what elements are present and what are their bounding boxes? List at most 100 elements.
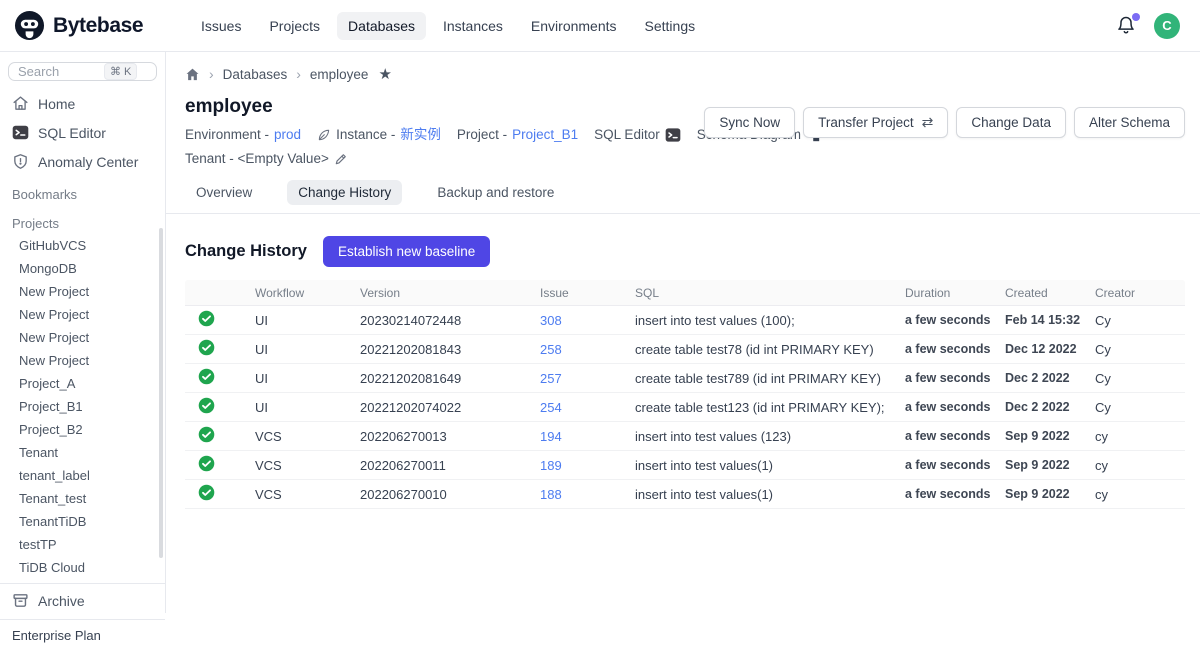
brand[interactable]: Bytebase <box>14 10 180 41</box>
sidebar-project-item[interactable]: TenantTiDB <box>0 510 165 533</box>
tab-backup-and-restore[interactable]: Backup and restore <box>426 180 565 205</box>
section-header: Change History Establish new baseline <box>185 236 1185 267</box>
header-actions: Sync Now Transfer Project⇄ Change Data Alte… <box>704 107 1185 138</box>
table-row[interactable]: UI20221202081843258create table test78 (… <box>185 335 1185 364</box>
sidebar-project-item[interactable]: New Project <box>0 280 165 303</box>
issue-cell: 257 <box>540 371 635 386</box>
sidebar-item-archive[interactable]: Archive <box>0 586 165 615</box>
change-history-table: WorkflowVersionIssueSQLDurationCreatedCr… <box>185 280 1185 509</box>
duration-cell: a few seconds <box>905 487 1005 501</box>
edit-pencil-icon[interactable] <box>334 152 348 166</box>
tab-change-history[interactable]: Change History <box>287 180 402 205</box>
home-icon[interactable] <box>185 67 200 82</box>
column-header-issue: Issue <box>540 286 635 300</box>
sidebar-project-item[interactable]: tenant_label <box>0 464 165 487</box>
avatar[interactable]: C <box>1154 13 1180 39</box>
sidebar-project-item[interactable]: testTP <box>0 533 165 556</box>
tab-overview[interactable]: Overview <box>185 180 263 205</box>
sidebar-project-item[interactable]: Tenant <box>0 441 165 464</box>
sidebar-divider <box>0 583 165 584</box>
workflow-cell: UI <box>255 313 360 328</box>
success-check-icon <box>198 397 215 414</box>
transfer-project-button[interactable]: Transfer Project⇄ <box>803 107 948 138</box>
alter-schema-button[interactable]: Alter Schema <box>1074 107 1185 138</box>
button-label: Transfer Project <box>818 115 914 130</box>
button-label: Sync Now <box>719 115 780 130</box>
nav-item-settings[interactable]: Settings <box>634 12 707 40</box>
created-cell: Sep 9 2022 <box>1005 429 1095 443</box>
issue-cell: 308 <box>540 313 635 328</box>
issue-link[interactable]: 194 <box>540 429 562 444</box>
sidebar-item-label: SQL Editor <box>38 125 106 141</box>
issue-link[interactable]: 308 <box>540 313 562 328</box>
duration-cell: a few seconds <box>905 400 1005 414</box>
sidebar-project-item[interactable]: GitHubVCS <box>0 234 165 257</box>
search-input[interactable] <box>18 64 100 79</box>
sidebar-project-item[interactable]: New Project <box>0 303 165 326</box>
sql-editor-link[interactable]: SQL Editor <box>594 124 681 146</box>
shield-icon <box>12 153 29 170</box>
button-label: Alter Schema <box>1089 115 1170 130</box>
breadcrumb-databases[interactable]: Databases <box>223 67 288 82</box>
environment-label: Environment - <box>185 124 269 146</box>
sidebar-project-item[interactable]: Project_B1 <box>0 395 165 418</box>
table-row[interactable]: VCS202206270011189insert into test value… <box>185 451 1185 480</box>
sidebar-scrollbar[interactable] <box>159 228 163 558</box>
table-row[interactable]: VCS202206270013194insert into test value… <box>185 422 1185 451</box>
workflow-cell: UI <box>255 371 360 386</box>
workflow-cell: VCS <box>255 429 360 444</box>
sidebar-item-anomaly-center[interactable]: Anomaly Center <box>0 147 165 176</box>
establish-baseline-button[interactable]: Establish new baseline <box>323 236 490 267</box>
nav-item-projects[interactable]: Projects <box>258 12 331 40</box>
created-cell: Feb 14 15:32 <box>1005 313 1095 327</box>
version-cell: 202206270010 <box>360 487 540 502</box>
terminal-icon <box>665 127 681 143</box>
plan-label[interactable]: Enterprise Plan <box>0 619 165 653</box>
table-row[interactable]: UI20221202081649257create table test789 … <box>185 364 1185 393</box>
nav-item-environments[interactable]: Environments <box>520 12 628 40</box>
nav-item-issues[interactable]: Issues <box>190 12 252 40</box>
created-cell: Dec 2 2022 <box>1005 400 1095 414</box>
status-cell <box>185 397 255 417</box>
column-header-sql: SQL <box>635 286 905 300</box>
sidebar-project-item[interactable]: Project_B2 <box>0 418 165 441</box>
duration-cell: a few seconds <box>905 342 1005 356</box>
sql-cell: create table test789 (id int PRIMARY KEY… <box>635 371 905 386</box>
sidebar-project-item[interactable]: New Project <box>0 326 165 349</box>
project-link[interactable]: Project_B1 <box>512 124 578 146</box>
sidebar-item-home[interactable]: Home <box>0 89 165 118</box>
issue-link[interactable]: 189 <box>540 458 562 473</box>
main-content: › Databases › employee ★ employee Enviro… <box>166 52 1200 613</box>
table-row[interactable]: UI20230214072448308insert into test valu… <box>185 306 1185 335</box>
instance-link[interactable]: 新实例 <box>400 124 441 146</box>
sidebar-project-item[interactable]: New Project <box>0 349 165 372</box>
nav-item-instances[interactable]: Instances <box>432 12 514 40</box>
nav-item-databases[interactable]: Databases <box>337 12 426 40</box>
notification-bell-icon[interactable] <box>1116 15 1136 37</box>
creator-cell: Cy <box>1095 342 1185 357</box>
workflow-cell: UI <box>255 400 360 415</box>
sidebar-nav: Home SQL Editor Anomaly Center <box>0 89 165 176</box>
search-box[interactable]: ⌘ K <box>8 62 157 81</box>
table-row[interactable]: UI20221202074022254create table test123 … <box>185 393 1185 422</box>
created-cell: Dec 12 2022 <box>1005 342 1095 356</box>
change-data-button[interactable]: Change Data <box>956 107 1066 138</box>
issue-link[interactable]: 257 <box>540 371 562 386</box>
environment-link[interactable]: prod <box>274 124 301 146</box>
sync-now-button[interactable]: Sync Now <box>704 107 795 138</box>
issue-cell: 189 <box>540 458 635 473</box>
issue-link[interactable]: 258 <box>540 342 562 357</box>
version-cell: 20230214072448 <box>360 313 540 328</box>
table-row[interactable]: VCS202206270010188insert into test value… <box>185 480 1185 509</box>
brand-name: Bytebase <box>53 14 143 38</box>
creator-cell: Cy <box>1095 313 1185 328</box>
bookmark-star-icon[interactable]: ★ <box>378 65 391 83</box>
sidebar-project-item[interactable]: Project_A <box>0 372 165 395</box>
sidebar-project-item[interactable]: Tenant_test <box>0 487 165 510</box>
sidebar-item-sql-editor[interactable]: SQL Editor <box>0 118 165 147</box>
sidebar-project-item[interactable]: MongoDB <box>0 257 165 280</box>
issue-link[interactable]: 188 <box>540 487 562 502</box>
issue-link[interactable]: 254 <box>540 400 562 415</box>
column-header-workflow: Workflow <box>255 286 360 300</box>
sidebar-project-item[interactable]: TiDB Cloud <box>0 556 165 579</box>
